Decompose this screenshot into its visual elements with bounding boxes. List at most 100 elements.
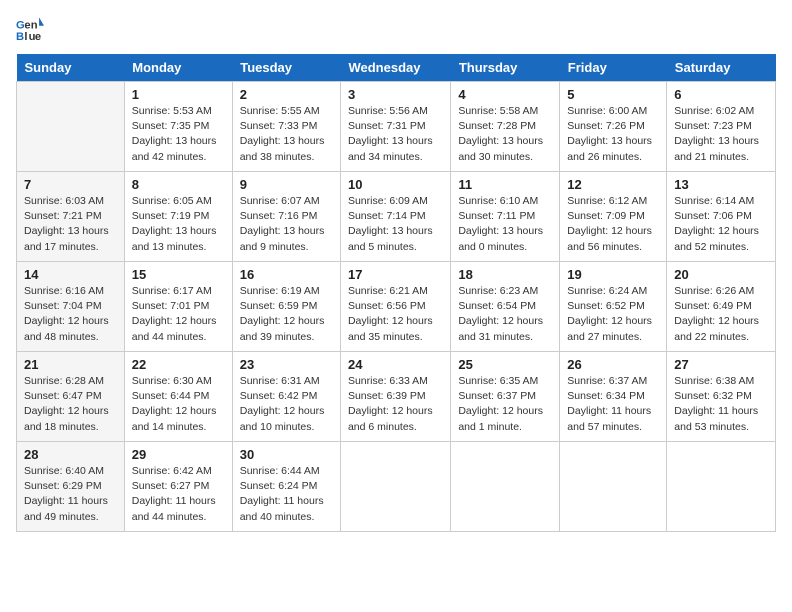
day-cell: 9 Sunrise: 6:07 AMSunset: 7:16 PMDaylight… (232, 172, 340, 262)
day-cell: 18 Sunrise: 6:23 AMSunset: 6:54 PMDayligh… (451, 262, 560, 352)
day-info: Sunrise: 6:24 AMSunset: 6:52 PMDaylight:… (567, 284, 659, 345)
week-row-1: 1 Sunrise: 5:53 AMSunset: 7:35 PMDaylight… (17, 82, 776, 172)
day-info: Sunrise: 6:14 AMSunset: 7:06 PMDaylight:… (674, 194, 768, 255)
day-cell: 29 Sunrise: 6:42 AMSunset: 6:27 PMDayligh… (124, 442, 232, 532)
day-cell: 4Sunrise: 5:58 AMSunset: 7:28 PMDaylight… (451, 82, 560, 172)
day-info: Sunrise: 6:21 AMSunset: 6:56 PMDaylight:… (348, 284, 443, 345)
day-info: Sunrise: 6:37 AMSunset: 6:34 PMDaylight:… (567, 374, 659, 435)
day-number: 20 (674, 267, 768, 282)
day-number: 17 (348, 267, 443, 282)
page-header: G e n B l u e (16, 16, 776, 44)
day-header-saturday: Saturday (667, 54, 776, 82)
day-header-thursday: Thursday (451, 54, 560, 82)
svg-text:l: l (24, 31, 27, 43)
day-cell (340, 442, 450, 532)
day-number: 19 (567, 267, 659, 282)
week-row-2: 7 Sunrise: 6:03 AMSunset: 7:21 PMDaylight… (17, 172, 776, 262)
day-cell (667, 442, 776, 532)
day-info: Sunrise: 6:33 AMSunset: 6:39 PMDaylight:… (348, 374, 443, 435)
day-cell: 28Sunrise: 6:40 AMSunset: 6:29 PMDayligh… (17, 442, 125, 532)
day-cell: 25 Sunrise: 6:35 AMSunset: 6:37 PMDayligh… (451, 352, 560, 442)
day-cell: 20 Sunrise: 6:26 AMSunset: 6:49 PMDayligh… (667, 262, 776, 352)
day-info: Sunrise: 6:16 AMSunset: 7:04 PMDaylight:… (24, 284, 117, 345)
day-cell: 23Sunrise: 6:31 AMSunset: 6:42 PMDayligh… (232, 352, 340, 442)
day-cell: 22 Sunrise: 6:30 AMSunset: 6:44 PMDayligh… (124, 352, 232, 442)
day-number: 28 (24, 447, 117, 462)
day-number: 27 (674, 357, 768, 372)
day-header-friday: Friday (560, 54, 667, 82)
week-row-5: 28Sunrise: 6:40 AMSunset: 6:29 PMDayligh… (17, 442, 776, 532)
day-cell (451, 442, 560, 532)
day-info: Sunrise: 6:30 AMSunset: 6:44 PMDaylight:… (132, 374, 225, 435)
day-header-monday: Monday (124, 54, 232, 82)
day-info: Sunrise: 6:17 AMSunset: 7:01 PMDaylight:… (132, 284, 225, 345)
day-cell: 30 Sunrise: 6:44 AMSunset: 6:24 PMDayligh… (232, 442, 340, 532)
day-cell: 3Sunrise: 5:56 AMSunset: 7:31 PMDaylight… (340, 82, 450, 172)
day-number: 6 (674, 87, 768, 102)
day-cell: 19 Sunrise: 6:24 AMSunset: 6:52 PMDayligh… (560, 262, 667, 352)
day-info: Sunrise: 6:31 AMSunset: 6:42 PMDaylight:… (240, 374, 333, 435)
day-cell: 1 Sunrise: 5:53 AMSunset: 7:35 PMDaylight… (124, 82, 232, 172)
day-number: 9 (240, 177, 333, 192)
day-cell: 13Sunrise: 6:14 AMSunset: 7:06 PMDayligh… (667, 172, 776, 262)
day-cell: 24 Sunrise: 6:33 AMSunset: 6:39 PMDayligh… (340, 352, 450, 442)
day-number: 25 (458, 357, 552, 372)
day-cell: 10 Sunrise: 6:09 AMSunset: 7:14 PMDayligh… (340, 172, 450, 262)
day-cell: 15 Sunrise: 6:17 AMSunset: 7:01 PMDayligh… (124, 262, 232, 352)
day-number: 4 (458, 87, 552, 102)
day-cell (560, 442, 667, 532)
day-number: 21 (24, 357, 117, 372)
day-number: 11 (458, 177, 552, 192)
day-number: 1 (132, 87, 225, 102)
day-info: Sunrise: 6:28 AMSunset: 6:47 PMDaylight:… (24, 374, 117, 435)
day-info: Sunrise: 6:26 AMSunset: 6:49 PMDaylight:… (674, 284, 768, 345)
day-info: Sunrise: 6:10 AMSunset: 7:11 PMDaylight:… (458, 194, 552, 255)
day-cell: 11 Sunrise: 6:10 AMSunset: 7:11 PMDayligh… (451, 172, 560, 262)
day-number: 15 (132, 267, 225, 282)
svg-text:G: G (16, 20, 25, 32)
day-cell: 5Sunrise: 6:00 AMSunset: 7:26 PMDaylight… (560, 82, 667, 172)
day-number: 26 (567, 357, 659, 372)
day-cell (17, 82, 125, 172)
day-number: 29 (132, 447, 225, 462)
day-number: 18 (458, 267, 552, 282)
day-cell: 26 Sunrise: 6:37 AMSunset: 6:34 PMDayligh… (560, 352, 667, 442)
day-info: Sunrise: 6:12 AMSunset: 7:09 PMDaylight:… (567, 194, 659, 255)
day-info: Sunrise: 6:07 AMSunset: 7:16 PMDaylight:… (240, 194, 333, 255)
day-number: 24 (348, 357, 443, 372)
svg-text:B: B (16, 31, 24, 43)
day-cell: 27 Sunrise: 6:38 AMSunset: 6:32 PMDayligh… (667, 352, 776, 442)
day-info: Sunrise: 6:03 AMSunset: 7:21 PMDaylight:… (24, 194, 117, 255)
day-cell: 16Sunrise: 6:19 AMSunset: 6:59 PMDayligh… (232, 262, 340, 352)
day-number: 12 (567, 177, 659, 192)
day-info: Sunrise: 6:38 AMSunset: 6:32 PMDaylight:… (674, 374, 768, 435)
day-info: Sunrise: 6:35 AMSunset: 6:37 PMDaylight:… (458, 374, 552, 435)
day-info: Sunrise: 5:55 AMSunset: 7:33 PMDaylight:… (240, 104, 333, 165)
day-number: 16 (240, 267, 333, 282)
day-info: Sunrise: 6:23 AMSunset: 6:54 PMDaylight:… (458, 284, 552, 345)
day-cell: 14 Sunrise: 6:16 AMSunset: 7:04 PMDayligh… (17, 262, 125, 352)
week-row-3: 14 Sunrise: 6:16 AMSunset: 7:04 PMDayligh… (17, 262, 776, 352)
day-info: Sunrise: 6:42 AMSunset: 6:27 PMDaylight:… (132, 464, 225, 525)
day-cell: 8Sunrise: 6:05 AMSunset: 7:19 PMDaylight… (124, 172, 232, 262)
day-number: 7 (24, 177, 117, 192)
day-info: Sunrise: 5:56 AMSunset: 7:31 PMDaylight:… (348, 104, 443, 165)
day-cell: 17 Sunrise: 6:21 AMSunset: 6:56 PMDayligh… (340, 262, 450, 352)
day-number: 14 (24, 267, 117, 282)
header-row: SundayMondayTuesdayWednesdayThursdayFrid… (17, 54, 776, 82)
day-cell: 12 Sunrise: 6:12 AMSunset: 7:09 PMDayligh… (560, 172, 667, 262)
day-number: 30 (240, 447, 333, 462)
day-info: Sunrise: 6:02 AMSunset: 7:23 PMDaylight:… (674, 104, 768, 165)
logo-icon: G e n B l u e (16, 16, 44, 44)
day-info: Sunrise: 6:09 AMSunset: 7:14 PMDaylight:… (348, 194, 443, 255)
day-header-tuesday: Tuesday (232, 54, 340, 82)
day-info: Sunrise: 6:44 AMSunset: 6:24 PMDaylight:… (240, 464, 333, 525)
day-number: 22 (132, 357, 225, 372)
day-cell: 7 Sunrise: 6:03 AMSunset: 7:21 PMDaylight… (17, 172, 125, 262)
calendar-table: SundayMondayTuesdayWednesdayThursdayFrid… (16, 54, 776, 532)
logo: G e n B l u e (16, 16, 48, 44)
day-number: 10 (348, 177, 443, 192)
day-number: 5 (567, 87, 659, 102)
week-row-4: 21 Sunrise: 6:28 AMSunset: 6:47 PMDayligh… (17, 352, 776, 442)
day-info: Sunrise: 5:53 AMSunset: 7:35 PMDaylight:… (132, 104, 225, 165)
